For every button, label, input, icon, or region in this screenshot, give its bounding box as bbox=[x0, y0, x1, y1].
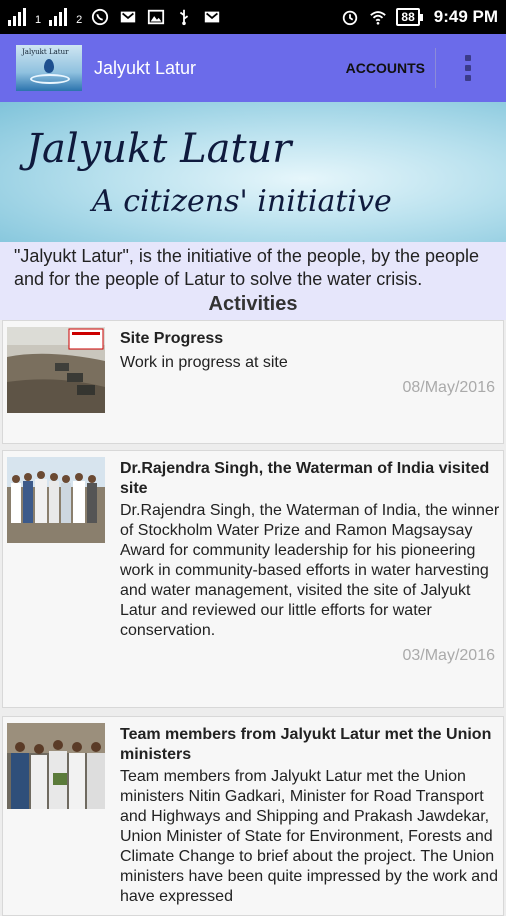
activity-body: Team members from Jalyukt Latur met the … bbox=[120, 768, 498, 905]
activity-card[interactable]: Team members from Jalyukt Latur met the … bbox=[2, 716, 504, 916]
activity-thumbnail bbox=[7, 723, 105, 809]
activity-card[interactable]: Dr.Rajendra Singh, the Waterman of India… bbox=[2, 450, 504, 708]
activity-date: 03/May/2016 bbox=[402, 647, 495, 664]
gmail-icon bbox=[121, 11, 136, 23]
gallery-icon bbox=[148, 9, 165, 25]
app-logo: Jalyukt Latur bbox=[16, 45, 82, 91]
accounts-button[interactable]: ACCOUNTS bbox=[342, 48, 436, 88]
intro-text: "Jalyukt Latur", is the initiative of th… bbox=[14, 246, 480, 289]
activity-title: Team members from Jalyukt Latur met the … bbox=[120, 726, 492, 763]
sim1-label: 1 bbox=[35, 14, 42, 26]
hero-banner: Jalyukt Latur A citizens' initiative bbox=[0, 102, 506, 242]
app-bar: Jalyukt Latur Jalyukt Latur ACCOUNTS bbox=[0, 34, 506, 102]
banner-title: Jalyukt Latur bbox=[26, 126, 292, 172]
signal-icon-sim1 bbox=[8, 8, 26, 26]
whatsapp-icon bbox=[92, 8, 109, 26]
overflow-menu-icon[interactable] bbox=[446, 46, 490, 90]
clock: 9:49 PM bbox=[433, 7, 498, 26]
activity-thumbnail bbox=[7, 327, 105, 413]
activity-title: Dr.Rajendra Singh, the Waterman of India… bbox=[120, 460, 490, 497]
activity-title: Site Progress bbox=[120, 330, 224, 347]
logo-text: Jalyukt Latur bbox=[22, 48, 69, 56]
water-drop-icon bbox=[44, 59, 54, 73]
app-title: Jalyukt Latur bbox=[94, 57, 197, 78]
activity-body: Work in progress at site bbox=[120, 354, 288, 371]
sim2-label: 2 bbox=[76, 14, 83, 26]
alarm-icon bbox=[343, 10, 358, 26]
activity-card[interactable]: Site Progress Work in progress at site 0… bbox=[2, 320, 504, 444]
activity-date: 08/May/2016 bbox=[402, 379, 495, 396]
status-bar: 1 2 88 9:49 PM bbox=[0, 0, 506, 34]
activities-heading: Activities bbox=[208, 293, 298, 315]
banner-subtitle: A citizens' initiative bbox=[92, 184, 392, 219]
activity-body: Dr.Rajendra Singh, the Waterman of India… bbox=[120, 502, 500, 639]
mail-icon bbox=[205, 11, 220, 23]
battery-indicator: 88 bbox=[396, 8, 424, 26]
activity-thumbnail bbox=[7, 457, 105, 543]
usb-icon bbox=[180, 9, 189, 26]
signal-icon-sim2 bbox=[49, 8, 68, 26]
wifi-icon bbox=[370, 11, 387, 25]
